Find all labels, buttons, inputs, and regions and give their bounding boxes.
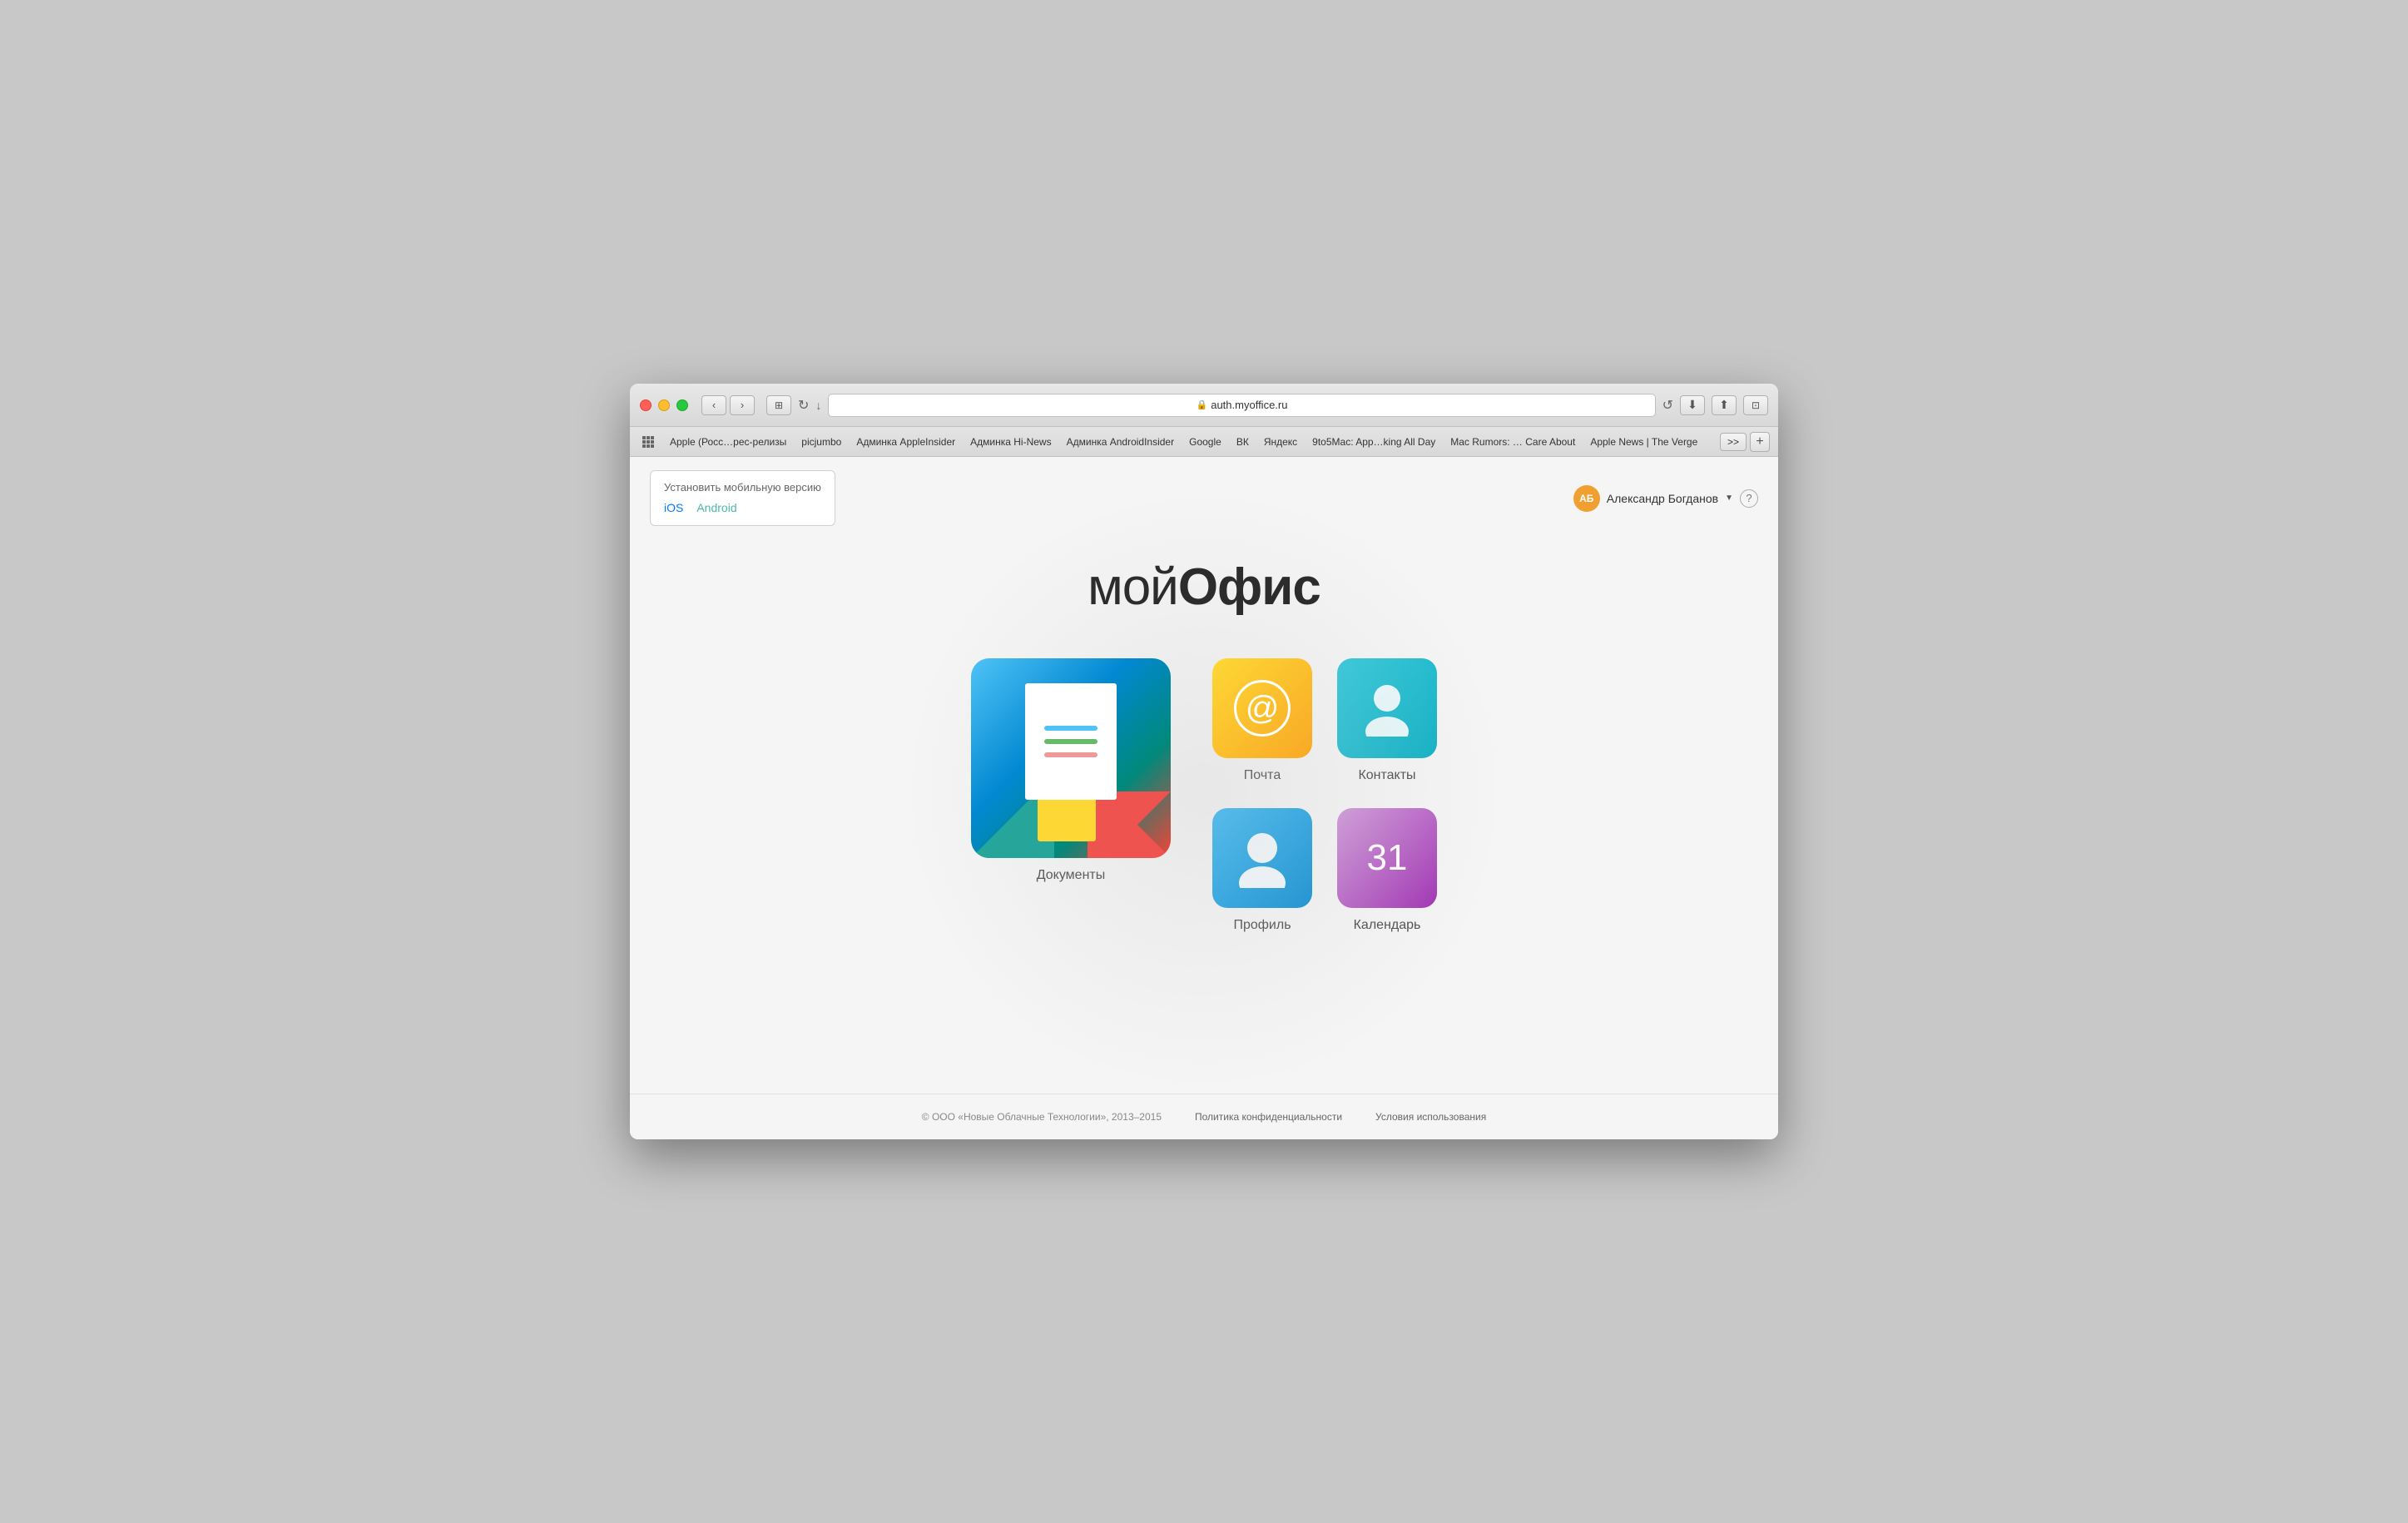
ios-link[interactable]: iOS <box>664 499 683 517</box>
calendar-icon: 31 <box>1337 808 1437 908</box>
back-button[interactable]: ‹ <box>701 395 726 415</box>
right-apps-grid: @ Почта Контакты <box>1212 658 1437 933</box>
profile-label: Профиль <box>1233 918 1291 933</box>
title-bar: ‹ › ⊞ ↻ ↓ 🔒 auth.myoffice.ru ↺ ⬇ ⬆ <box>630 384 1778 427</box>
download2-icon: ⬇ <box>1687 398 1697 412</box>
bookmark-hinews-admin[interactable]: Админка Hi-News <box>964 434 1058 450</box>
download-icon[interactable]: ↓ <box>815 399 821 412</box>
bookmark-vk[interactable]: ВК <box>1230 434 1256 450</box>
docs-line-2 <box>1044 739 1097 744</box>
app-card-contacts[interactable]: Контакты <box>1337 658 1437 783</box>
person-icon <box>1362 680 1412 737</box>
forward-button[interactable]: › <box>730 395 755 415</box>
app-title-bold: Офис <box>1178 558 1320 616</box>
history-icon[interactable]: ↻ <box>798 397 809 414</box>
bookmark-applenews-verge[interactable]: Apple News | The Verge <box>1583 434 1704 450</box>
address-bar-area: ↻ ↓ 🔒 auth.myoffice.ru ↺ <box>798 394 1673 417</box>
bookmark-appleinsider-admin[interactable]: Админка AppleInsider <box>850 434 962 450</box>
app-card-profile[interactable]: Профиль <box>1212 808 1312 933</box>
address-bar[interactable]: 🔒 auth.myoffice.ru <box>828 394 1655 417</box>
apps-layout: Документы @ Почта <box>971 658 1437 933</box>
app-title: мойОфис <box>1088 558 1320 617</box>
minimize-button[interactable] <box>658 399 670 411</box>
at-sign: @ <box>1246 690 1280 727</box>
mac-window: ‹ › ⊞ ↻ ↓ 🔒 auth.myoffice.ru ↺ ⬇ ⬆ <box>630 384 1778 1139</box>
documents-label: Документы <box>1037 868 1105 883</box>
bookmark-apple[interactable]: Apple (Росс…рес-релизы <box>663 434 793 450</box>
user-name: Александр Богданов <box>1607 492 1718 505</box>
bookmark-more-button[interactable]: >> <box>1720 433 1747 451</box>
url-text: auth.myoffice.ru <box>1211 399 1287 411</box>
page-content: Установить мобильную версию iOS Android … <box>630 457 1778 1139</box>
lock-icon: 🔒 <box>1197 399 1208 410</box>
bookmark-macrumors[interactable]: Mac Rumors: … Care About <box>1444 434 1582 450</box>
avatar: АБ <box>1573 485 1600 512</box>
fullscreen-toggle-button[interactable]: ⊡ <box>1743 395 1768 415</box>
app-card-documents[interactable]: Документы <box>971 658 1171 883</box>
share-button[interactable]: ⬆ <box>1712 395 1737 415</box>
app-title-light: мой <box>1088 558 1178 616</box>
reload-button[interactable]: ↺ <box>1662 397 1673 414</box>
privacy-link[interactable]: Политика конфиденциальности <box>1195 1111 1342 1123</box>
bookmark-picjumbo[interactable]: picjumbo <box>795 434 848 450</box>
download-button[interactable]: ⬇ <box>1680 395 1705 415</box>
bookmark-yandex[interactable]: Яндекс <box>1257 434 1304 450</box>
calendar-label: Календарь <box>1354 918 1421 933</box>
copyright-text: © ООО «Новые Облачные Технологии», 2013–… <box>922 1111 1162 1123</box>
back-icon: ‹ <box>712 399 716 411</box>
docs-line-1 <box>1044 726 1097 731</box>
share-icon: ⬆ <box>1719 398 1729 412</box>
page-footer: © ООО «Новые Облачные Технологии», 2013–… <box>630 1094 1778 1139</box>
nav-buttons: ‹ › <box>701 395 755 415</box>
forward-icon: › <box>741 399 744 411</box>
page-top-bar: Установить мобильную версию iOS Android … <box>630 457 1778 533</box>
install-title: Установить мобильную версию <box>664 481 821 494</box>
dropdown-arrow[interactable]: ▼ <box>1725 494 1733 503</box>
close-button[interactable] <box>640 399 652 411</box>
bookmark-google[interactable]: Google <box>1182 434 1228 450</box>
at-circle: @ <box>1234 680 1291 737</box>
app-card-mail[interactable]: @ Почта <box>1212 658 1312 783</box>
tab-overview-icon: ⊞ <box>775 399 783 411</box>
docs-paper <box>1025 683 1117 800</box>
docs-line-3 <box>1044 752 1097 757</box>
tab-overview-button[interactable]: ⊞ <box>766 395 791 415</box>
add-bookmark-button[interactable]: + <box>1750 432 1770 452</box>
bookmark-androidinsider-admin[interactable]: Админка AndroidInsider <box>1060 434 1182 450</box>
documents-icon <box>971 658 1171 858</box>
mail-label: Почта <box>1244 768 1281 783</box>
terms-link[interactable]: Условия использования <box>1375 1111 1486 1123</box>
help-button[interactable]: ? <box>1740 489 1758 508</box>
mail-icon: @ <box>1212 658 1312 758</box>
bookmark-more-area: >> + <box>1720 432 1770 452</box>
profile-person-icon <box>1236 828 1289 888</box>
traffic-lights <box>640 399 688 411</box>
bookmark-9to5mac[interactable]: 9to5Mac: App…king All Day <box>1306 434 1442 450</box>
install-links: iOS Android <box>664 499 821 517</box>
fullscreen-button[interactable] <box>676 399 688 411</box>
contacts-label: Контакты <box>1358 768 1415 783</box>
profile-icon <box>1212 808 1312 908</box>
install-mobile-box: Установить мобильную версию iOS Android <box>650 470 835 526</box>
fullscreen-icon: ⊡ <box>1751 399 1760 411</box>
app-card-calendar[interactable]: 31 Календарь <box>1337 808 1437 933</box>
bookmarks-bar: Apple (Росс…рес-релизы picjumbo Админка … <box>630 427 1778 457</box>
contacts-icon <box>1337 658 1437 758</box>
android-link[interactable]: Android <box>696 499 736 517</box>
apps-grid-icon[interactable] <box>638 432 658 452</box>
main-content: мойОфис <box>630 533 1778 1094</box>
right-controls: ⬇ ⬆ ⊡ <box>1680 395 1768 415</box>
user-area: АБ Александр Богданов ▼ ? <box>1573 485 1758 512</box>
calendar-number: 31 <box>1367 837 1408 879</box>
